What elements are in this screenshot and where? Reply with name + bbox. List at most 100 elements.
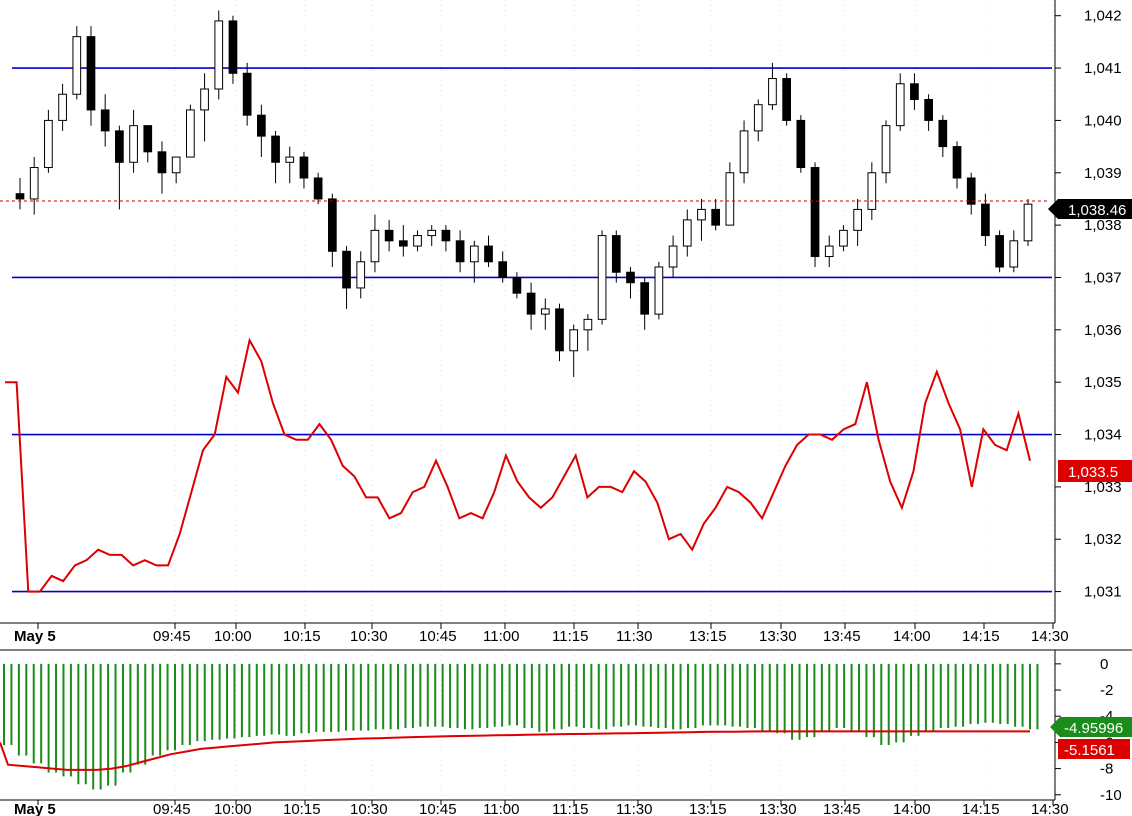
indicator-x-tick-label: 09:45 [153,801,191,816]
candle-body [938,119,948,148]
candle-body [867,172,877,210]
price-x-tick-label: 14:00 [893,628,931,645]
price-x-tick-label: May 5 [14,628,56,645]
candle-body [739,130,749,174]
candle-body [796,119,806,169]
candle-body [384,229,394,242]
candle-body [753,104,763,132]
indicator-y-tick-label: -10 [1100,787,1122,804]
price-x-tick-label: 10:00 [214,628,252,645]
price-y-tick-label: 1,038 [1084,217,1122,234]
candle-body [654,266,664,315]
candle-body [725,172,735,226]
price-x-tick-label: 11:15 [552,628,588,645]
candle-body [115,130,124,163]
candle-body [228,20,238,74]
price-x-tick-label: 14:30 [1031,628,1069,645]
candle-body [484,245,493,263]
candle-body [171,156,181,174]
candle-body [370,229,380,263]
candle-body [15,193,25,200]
candle-body [285,156,295,163]
price-x-tick-label: 14:15 [962,628,1000,645]
price-y-tick-label: 1,032 [1084,531,1122,548]
indicator-x-tick-label: May 5 [14,801,56,816]
candle-body [569,329,579,352]
hist-badge: -4.95996 [1050,717,1132,737]
indicator-x-tick-label: 10:30 [350,801,388,816]
candle-body [129,125,138,163]
indicator-x-tick-label: 11:00 [483,801,519,816]
price-badge-text: 1,038.46 [1068,202,1126,219]
indicator-x-tick-label: 13:45 [823,801,861,816]
candle-body [441,229,451,242]
candle-body [313,177,323,200]
price-y-tick-label: 1,041 [1084,60,1122,77]
candle-body [611,235,621,273]
candle-body [469,245,479,263]
candle-body [455,240,465,263]
candle-body [668,245,678,268]
indicator-x-tick-label: 13:15 [689,801,727,816]
price-x-tick-label: 13:30 [759,628,797,645]
candle-body [327,198,337,252]
candle-body [398,240,408,247]
price-y-tick-label: 1,042 [1084,8,1122,25]
candle-body [86,36,96,111]
price-y-tick-label: 1,035 [1084,374,1122,391]
candle-body [555,308,564,352]
candle-body [924,98,933,121]
candle-body [100,109,110,132]
candle-body [299,156,309,179]
candle-body [526,292,536,315]
candle-body [981,203,990,237]
candle-body [427,229,437,237]
price-x-tick-label: 10:30 [350,628,388,645]
price-y-tick-label: 1,031 [1084,584,1122,601]
indicator-y-tick-label: -2 [1100,682,1113,699]
indicator-x-tick-label: 14:30 [1031,801,1069,816]
hist-badge-text: -4.95996 [1064,720,1123,737]
indicator-x-tick-label: 10:00 [214,801,252,816]
red-line-badge: 1,033.5 [1058,460,1132,482]
price-x-tick-label: 11:00 [483,628,519,645]
price-x-tick-label: 10:15 [283,628,321,645]
candle-body [271,135,280,163]
candle-body [626,271,635,284]
indicator-line-badge: -5.1561 [1058,739,1130,759]
red-line-badge-text: 1,033.5 [1068,464,1118,481]
candle-body [200,88,209,111]
candle-body [952,146,962,179]
candle-body [640,282,650,315]
candle-body [58,93,67,121]
indicator-x-tick-label: 14:15 [962,801,1000,816]
candle-body [597,235,607,320]
candle-body [29,167,39,200]
candle-body [910,83,919,100]
indicator-y-tick-label: 0 [1100,656,1108,673]
candle-body [1009,240,1019,268]
candle-body [839,229,848,247]
indicator-x-tick-label: 13:30 [759,801,797,816]
indicator-y-tick-label: -8 [1100,761,1113,778]
candle-body [342,250,351,289]
candle-body [186,109,195,158]
indicator-x-tick-label: 14:00 [893,801,931,816]
candle-body [512,276,522,294]
price-x-tick-label: 13:45 [823,628,861,645]
price-badge: 1,038.46 [1048,199,1132,219]
candle-body [157,151,167,174]
candle-body [682,219,692,247]
indicator-x-tick-label: 10:45 [419,801,457,816]
candle-body [214,20,224,90]
candle-body [1023,203,1033,242]
indicator-x-tick-label: 10:15 [283,801,321,816]
candle-body [995,235,1004,268]
candle-body [853,208,862,231]
price-x-tick-label: 10:45 [419,628,457,645]
candle-body [824,245,834,258]
candle-body [583,318,593,331]
price-y-tick-label: 1,036 [1084,322,1122,339]
candle-body [881,125,891,174]
candle-body [242,72,252,116]
